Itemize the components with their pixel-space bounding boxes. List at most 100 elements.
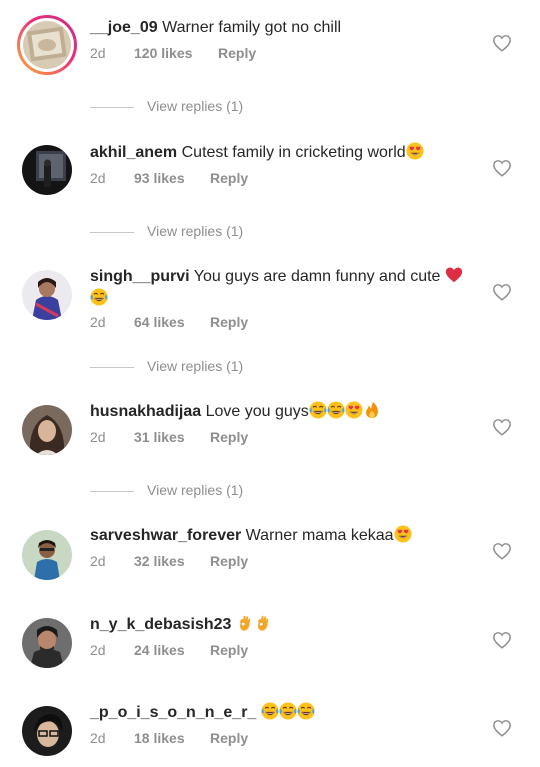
avatar-photo-icon: [22, 530, 72, 580]
comment-username[interactable]: singh__purvi: [90, 268, 190, 285]
comment-time: 2d: [90, 642, 106, 658]
reply-button[interactable]: Reply: [210, 640, 248, 660]
comment-item: husnakhadijaa Love you guys 2d 31 likes Re…: [0, 385, 540, 510]
comment-username[interactable]: n_y_k_debasish23: [90, 616, 231, 633]
comment-meta: 2d 64 likes Reply: [90, 312, 248, 332]
heart-eyes-emoji-icon: [394, 525, 412, 543]
replies-divider-line: [90, 231, 134, 233]
reply-button[interactable]: Reply: [218, 43, 256, 63]
view-replies-label[interactable]: View replies (1): [147, 482, 243, 498]
comment-time: 2d: [90, 429, 106, 445]
comment-text: n_y_k_debasish23: [90, 614, 450, 636]
red-heart-emoji-icon: [445, 266, 463, 284]
comment-body: Love you guys: [205, 403, 309, 420]
reply-button[interactable]: Reply: [210, 427, 248, 447]
like-heart-icon[interactable]: [492, 283, 512, 301]
ok-hand-emoji-icon: [254, 614, 272, 632]
comment-text: __joe_09 Warner family got no chill: [90, 17, 450, 39]
avatar-story-ring[interactable]: [17, 15, 77, 75]
comment-username[interactable]: _p_o_i_s_o_n_n_e_r_: [90, 704, 256, 721]
tears-of-joy-emoji-icon: [297, 702, 315, 720]
tears-of-joy-emoji-icon: [327, 401, 345, 419]
comment-item: singh__purvi You guys are damn funny and…: [0, 250, 540, 385]
like-heart-icon[interactable]: [492, 719, 512, 737]
comment-body: You guys are damn funny and cute: [193, 268, 441, 285]
comment-body: Warner mama kekaa: [245, 527, 394, 544]
tears-of-joy-emoji-icon: [261, 702, 279, 720]
comment-meta: 2d 32 likes Reply: [90, 551, 248, 571]
tears-of-joy-emoji-icon: [90, 288, 108, 306]
comment-likes[interactable]: 24 likes: [134, 640, 210, 660]
comment-text: singh__purvi You guys are damn funny and…: [90, 266, 470, 310]
comment-username[interactable]: husnakhadijaa: [90, 403, 201, 420]
comment-text: akhil_anem Cutest family in cricketing w…: [90, 142, 450, 164]
replies-divider-line: [90, 106, 134, 108]
comment-item: sarveshwar_forever Warner mama kekaa 2d 3…: [0, 510, 540, 600]
comment-likes[interactable]: 64 likes: [134, 312, 210, 332]
like-heart-icon[interactable]: [492, 542, 512, 560]
comment-meta: 2d 31 likes Reply: [90, 427, 248, 447]
fire-emoji-icon: [363, 401, 381, 419]
avatar-photo-icon: [22, 405, 72, 455]
comment-likes[interactable]: 31 likes: [134, 427, 210, 447]
avatar[interactable]: [22, 145, 72, 195]
comment-time: 2d: [90, 314, 106, 330]
view-replies-link[interactable]: View replies (1): [90, 96, 243, 116]
avatar[interactable]: [22, 530, 72, 580]
comment-likes[interactable]: 18 likes: [134, 728, 210, 748]
avatar[interactable]: [22, 270, 72, 320]
comment-text: sarveshwar_forever Warner mama kekaa: [90, 525, 450, 547]
comment-likes[interactable]: 93 likes: [134, 168, 210, 188]
like-heart-icon[interactable]: [492, 631, 512, 649]
avatar-photo-icon: [22, 706, 72, 756]
avatar[interactable]: [22, 405, 72, 455]
comment-time: 2d: [90, 45, 106, 61]
reply-button[interactable]: Reply: [210, 551, 248, 571]
comment-username[interactable]: akhil_anem: [90, 144, 177, 161]
comment-meta: 2d 93 likes Reply: [90, 168, 248, 188]
avatar-photo-icon: [23, 21, 71, 69]
like-heart-icon[interactable]: [492, 418, 512, 436]
tears-of-joy-emoji-icon: [309, 401, 327, 419]
like-heart-icon[interactable]: [492, 159, 512, 177]
reply-button[interactable]: Reply: [210, 312, 248, 332]
comment-item: akhil_anem Cutest family in cricketing w…: [0, 125, 540, 250]
replies-divider-line: [90, 490, 134, 492]
comment-text: _p_o_i_s_o_n_n_e_r_: [90, 702, 450, 724]
heart-eyes-emoji-icon: [345, 401, 363, 419]
view-replies-link[interactable]: View replies (1): [90, 356, 243, 376]
comment-text: husnakhadijaa Love you guys: [90, 401, 450, 423]
avatar-image: [23, 21, 71, 69]
comment-likes[interactable]: 120 likes: [134, 43, 218, 63]
comment-meta: 2d 18 likes Reply: [90, 728, 248, 748]
avatar-photo-icon: [22, 270, 72, 320]
comment-body: Cutest family in cricketing world: [181, 144, 406, 161]
comment-time: 2d: [90, 730, 106, 746]
tears-of-joy-emoji-icon: [279, 702, 297, 720]
replies-divider-line: [90, 366, 134, 368]
comment-body: Warner family got no chill: [162, 19, 342, 36]
view-replies-label[interactable]: View replies (1): [147, 223, 243, 239]
comment-likes[interactable]: 32 likes: [134, 551, 210, 571]
comment-item: _p_o_i_s_o_n_n_e_r_ 2d 18 likes Reply: [0, 688, 540, 767]
avatar-photo-icon: [22, 145, 72, 195]
view-replies-link[interactable]: View replies (1): [90, 480, 243, 500]
avatar[interactable]: [22, 706, 72, 756]
comment-username[interactable]: __joe_09: [90, 19, 158, 36]
comment-username[interactable]: sarveshwar_forever: [90, 527, 241, 544]
like-heart-icon[interactable]: [492, 34, 512, 52]
comment-meta: 2d 120 likes Reply: [90, 43, 256, 63]
heart-eyes-emoji-icon: [406, 142, 424, 160]
comment-time: 2d: [90, 553, 106, 569]
comment-time: 2d: [90, 170, 106, 186]
avatar-photo-icon: [22, 618, 72, 668]
comment-item: __joe_09 Warner family got no chill 2d 12…: [0, 0, 540, 125]
reply-button[interactable]: Reply: [210, 728, 248, 748]
comment-item: n_y_k_debasish23 2d 24 likes Reply: [0, 600, 540, 688]
ok-hand-emoji-icon: [236, 614, 254, 632]
view-replies-link[interactable]: View replies (1): [90, 221, 243, 241]
reply-button[interactable]: Reply: [210, 168, 248, 188]
view-replies-label[interactable]: View replies (1): [147, 358, 243, 374]
avatar[interactable]: [22, 618, 72, 668]
view-replies-label[interactable]: View replies (1): [147, 98, 243, 114]
